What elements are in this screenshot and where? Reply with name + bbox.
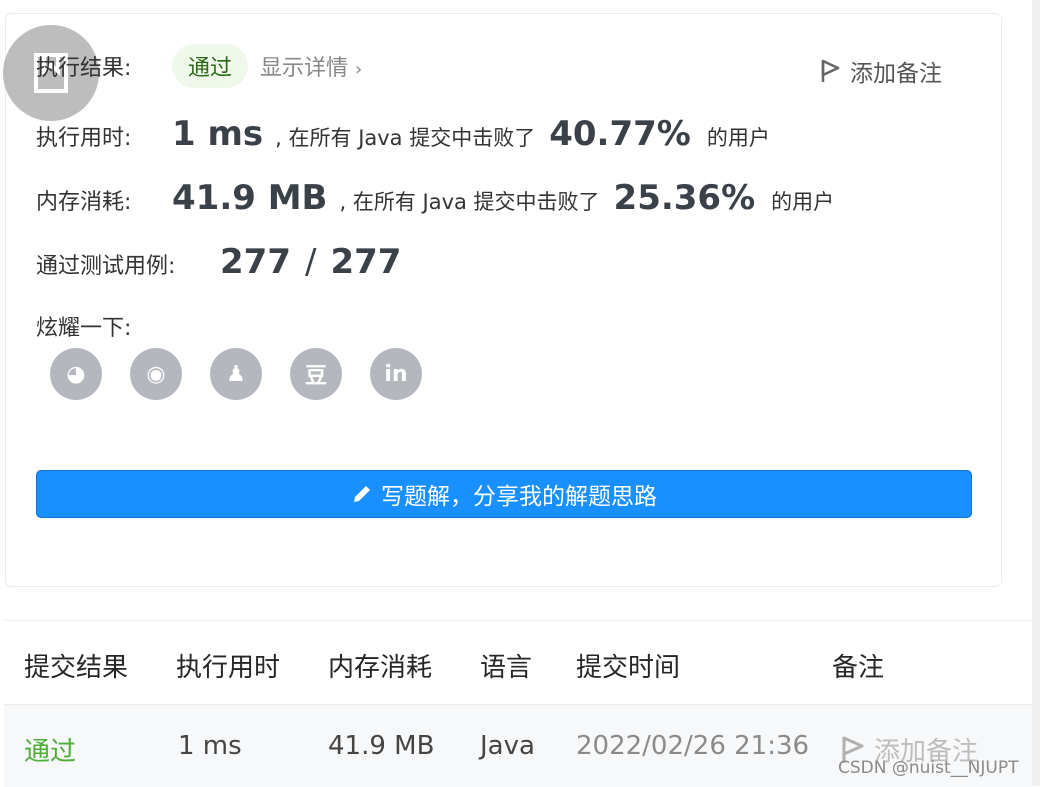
table-header: 提交结果 执行用时 内存消耗 语言 提交时间 备注 bbox=[4, 620, 1032, 705]
add-note-button[interactable]: 添加备注 bbox=[820, 54, 942, 88]
header-runtime: 执行用时 bbox=[176, 653, 281, 683]
memory-label: 内存消耗: bbox=[36, 190, 132, 215]
header-memory: 内存消耗 bbox=[328, 653, 433, 683]
page-scrollbar[interactable] bbox=[1032, 0, 1040, 786]
share-label: 炫耀一下: bbox=[36, 316, 132, 341]
show-details-label: 显示详情 bbox=[260, 56, 349, 81]
show-details-link[interactable]: 显示详情 › bbox=[260, 50, 362, 82]
runtime-text: , 在所有 Java 提交中击败了 bbox=[275, 126, 536, 150]
tests-separator: / bbox=[304, 242, 317, 282]
write-solution-label: 写题解，分享我的解题思路 bbox=[381, 484, 657, 510]
header-note: 备注 bbox=[832, 653, 885, 683]
share-row-label: 炫耀一下: bbox=[36, 310, 131, 342]
runtime-row: 执行用时: 1 ms , 在所有 Java 提交中击败了 40.77% 的用户 bbox=[36, 114, 770, 154]
douban-icon: 豆 bbox=[304, 364, 327, 389]
runtime-percent: 40.77% bbox=[549, 114, 691, 154]
row-result-link[interactable]: 通过 bbox=[24, 731, 76, 768]
header-time: 提交时间 bbox=[576, 653, 681, 683]
add-note-label: 添加备注 bbox=[850, 61, 942, 87]
tests-row: 通过测试用例: 277 / 277 bbox=[36, 242, 401, 282]
header-language: 语言 bbox=[480, 653, 533, 683]
watermark: CSDN @nuist__NJUPT bbox=[838, 758, 1019, 778]
memory-percent: 25.36% bbox=[613, 178, 756, 218]
chevron-right-icon: › bbox=[355, 59, 363, 80]
result-label: 执行结果: bbox=[36, 56, 132, 81]
pencil-icon bbox=[354, 486, 370, 502]
write-solution-button[interactable]: 写题解，分享我的解题思路 bbox=[36, 470, 972, 518]
status-badge: 通过 bbox=[172, 44, 249, 88]
runtime-label: 执行用时: bbox=[36, 126, 132, 151]
douban-share-button[interactable]: 豆 bbox=[290, 348, 342, 400]
qq-icon: ♟ bbox=[226, 361, 246, 387]
linkedin-icon: in bbox=[384, 361, 408, 387]
flag-icon bbox=[821, 59, 840, 82]
header-result: 提交结果 bbox=[24, 653, 129, 683]
memory-value: 41.9 MB bbox=[172, 178, 328, 218]
runtime-value: 1 ms bbox=[172, 114, 264, 154]
tests-total: 277 bbox=[330, 242, 402, 282]
row-time: 2022/02/26 21:36 bbox=[576, 731, 810, 761]
weibo-icon: ◉ bbox=[146, 361, 166, 387]
qq-share-button[interactable]: ♟ bbox=[210, 348, 262, 400]
tests-label: 通过测试用例: bbox=[36, 254, 176, 279]
share-buttons: ◕ ◉ ♟ 豆 in bbox=[50, 348, 422, 400]
memory-suffix: 的用户 bbox=[771, 190, 835, 214]
wechat-share-button[interactable]: ◕ bbox=[50, 348, 102, 400]
linkedin-share-button[interactable]: in bbox=[370, 348, 422, 400]
row-language: Java bbox=[480, 731, 535, 761]
runtime-suffix: 的用户 bbox=[706, 126, 770, 150]
row-runtime: 1 ms bbox=[178, 731, 242, 761]
memory-row: 内存消耗: 41.9 MB , 在所有 Java 提交中击败了 25.36% 的… bbox=[36, 178, 834, 218]
wechat-icon: ◕ bbox=[66, 361, 86, 387]
weibo-share-button[interactable]: ◉ bbox=[130, 348, 182, 400]
tests-passed: 277 bbox=[220, 242, 291, 282]
row-memory: 41.9 MB bbox=[328, 731, 435, 761]
memory-text: , 在所有 Java 提交中击败了 bbox=[339, 190, 600, 214]
result-row: 执行结果: 通过 显示详情 › bbox=[36, 44, 362, 88]
